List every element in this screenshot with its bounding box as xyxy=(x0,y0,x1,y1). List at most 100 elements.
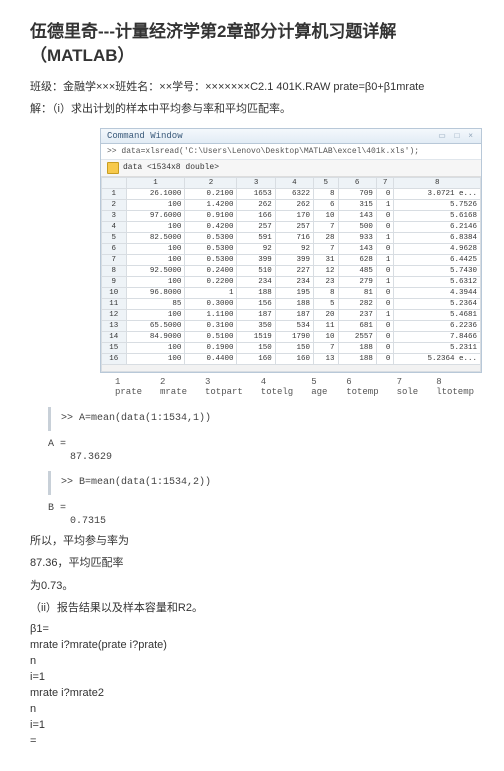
table-row: 161000.44001601601318805.2364 e... xyxy=(102,353,481,364)
data-cell: 5.4681 xyxy=(394,309,481,320)
data-cell: 0.3100 xyxy=(185,320,237,331)
column-name: 5 age xyxy=(311,377,328,397)
data-cell: 26.1000 xyxy=(126,188,185,199)
data-cell: 0.1900 xyxy=(185,342,237,353)
data-cell: 234 xyxy=(237,276,275,287)
row-header: 5 xyxy=(102,232,127,243)
data-cell: 92.5000 xyxy=(126,265,185,276)
data-cell: 195 xyxy=(275,287,313,298)
data-cell: 709 xyxy=(338,188,376,199)
formula-equals: = xyxy=(30,735,474,747)
table-row: 11850.3000156188528205.2364 xyxy=(102,298,481,309)
data-cell: 5.2364 e... xyxy=(394,353,481,364)
table-row: 21001.4200262262631515.7526 xyxy=(102,199,481,210)
data-cell: 1.1100 xyxy=(185,309,237,320)
data-cell: 160 xyxy=(275,353,313,364)
data-cell: 92 xyxy=(237,243,275,254)
data-cell: 92 xyxy=(275,243,313,254)
data-cell: 227 xyxy=(275,265,313,276)
data-cell: 188 xyxy=(237,287,275,298)
data-cell: 187 xyxy=(275,309,313,320)
data-cell: 4.9628 xyxy=(394,243,481,254)
scrollbar-horizontal[interactable] xyxy=(102,364,481,371)
table-row: 892.50000.24005102271248505.7430 xyxy=(102,265,481,276)
page-title: 伍德里奇---计量经济学第2章部分计算机习题详解（MATLAB） xyxy=(30,20,474,68)
data-cell: 1 xyxy=(376,199,394,210)
data-cell: 350 xyxy=(237,320,275,331)
data-cell: 1 xyxy=(185,287,237,298)
table-head: 12345678 xyxy=(102,177,481,188)
data-cell: 0 xyxy=(376,210,394,221)
data-cell: 315 xyxy=(338,199,376,210)
data-cell: 0 xyxy=(376,221,394,232)
matlab-command-window: Command Window ▭ □ × >> data=xlsread('C:… xyxy=(100,128,482,373)
data-cell: 10 xyxy=(314,210,339,221)
data-cell: 6.2146 xyxy=(394,221,481,232)
data-cell: 0 xyxy=(376,243,394,254)
formula-denominator: mrate i?mrate2 xyxy=(30,687,474,699)
data-cell: 84.9000 xyxy=(126,331,185,342)
data-cell: 143 xyxy=(338,243,376,254)
data-cell: 96.8000 xyxy=(126,287,185,298)
data-cell: 20 xyxy=(314,309,339,320)
data-cell: 5.2311 xyxy=(394,342,481,353)
table-row: 582.50000.53005917162893316.8384 xyxy=(102,232,481,243)
table-row: 91000.22002342342327915.6312 xyxy=(102,276,481,287)
column-name: 4 totelg xyxy=(261,377,293,397)
data-cell: 237 xyxy=(338,309,376,320)
data-cell: 0.5300 xyxy=(185,232,237,243)
row-header: 1 xyxy=(102,188,127,199)
data-cell: 279 xyxy=(338,276,376,287)
data-cell: 1 xyxy=(376,232,394,243)
panel-title-text: Command Window xyxy=(107,131,183,141)
data-cell: 0.5300 xyxy=(185,243,237,254)
table-row: 1096.8000118819588104.3944 xyxy=(102,287,481,298)
data-cell: 2557 xyxy=(338,331,376,342)
corner-cell xyxy=(102,177,127,188)
data-cell: 0.2200 xyxy=(185,276,237,287)
col-header: 7 xyxy=(376,177,394,188)
data-cell: 100 xyxy=(126,353,185,364)
col-header: 8 xyxy=(394,177,481,188)
data-cell: 100 xyxy=(126,221,185,232)
text-match-rate: 为0.73。 xyxy=(30,578,474,595)
column-name: 3 totpart xyxy=(205,377,243,397)
data-cell: 188 xyxy=(338,342,376,353)
column-names-row: 1 prate2 mrate3 totpart4 totelg5 age6 to… xyxy=(115,377,474,397)
data-cell: 6 xyxy=(314,199,339,210)
column-name: 1 prate xyxy=(115,377,142,397)
col-header: 6 xyxy=(338,177,376,188)
data-cell: 399 xyxy=(237,254,275,265)
table-row: 151000.1900150150718805.2311 xyxy=(102,342,481,353)
data-cell: 0.5100 xyxy=(185,331,237,342)
data-cell: 100 xyxy=(126,254,185,265)
data-cell: 257 xyxy=(275,221,313,232)
text-avg-part: 所以，平均参与率为 xyxy=(30,533,474,550)
col-header: 3 xyxy=(237,177,275,188)
result-label-b: B = xyxy=(48,503,474,514)
col-header: 1 xyxy=(126,177,185,188)
data-cell: 0 xyxy=(376,298,394,309)
row-header: 7 xyxy=(102,254,127,265)
panel-titlebar: Command Window ▭ □ × xyxy=(101,129,481,144)
row-header: 11 xyxy=(102,298,127,309)
table-row: 41000.4200257257750006.2146 xyxy=(102,221,481,232)
data-cell: 23 xyxy=(314,276,339,287)
row-header: 14 xyxy=(102,331,127,342)
table-row: 1365.50000.31003505341168106.2236 xyxy=(102,320,481,331)
data-cell: 188 xyxy=(275,298,313,309)
data-cell: 100 xyxy=(126,309,185,320)
data-cell: 1 xyxy=(376,309,394,320)
data-cell: 262 xyxy=(275,199,313,210)
table-body: 126.10000.210016536322870903.0721 e...21… xyxy=(102,188,481,364)
data-cell: 7 xyxy=(314,221,339,232)
data-cell: 282 xyxy=(338,298,376,309)
solution-intro: 解：（i）求出计划的样本中平均参与率和平均匹配率。 xyxy=(30,100,474,116)
data-cell: 5.6168 xyxy=(394,210,481,221)
data-cell: 166 xyxy=(237,210,275,221)
data-cell: 510 xyxy=(237,265,275,276)
data-cell: 97.6000 xyxy=(126,210,185,221)
row-header: 3 xyxy=(102,210,127,221)
window-controls-icon[interactable]: ▭ □ × xyxy=(438,131,475,141)
data-cell: 0.2100 xyxy=(185,188,237,199)
